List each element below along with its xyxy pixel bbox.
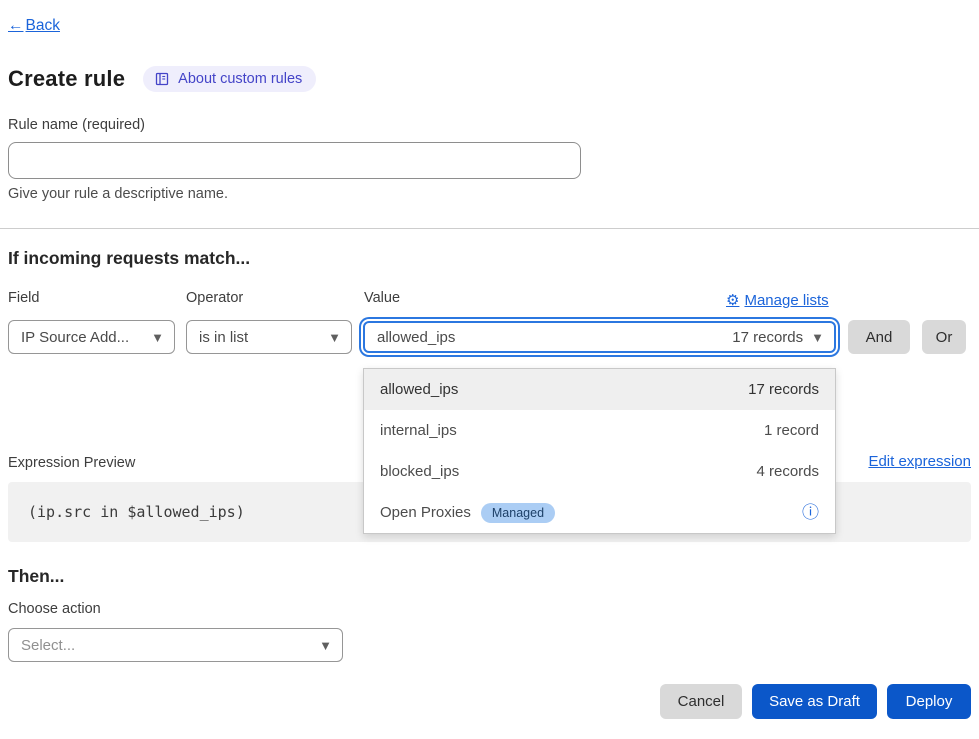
book-icon — [154, 71, 170, 87]
match-section-heading: If incoming requests match... — [8, 248, 250, 269]
dropdown-item-blocked-ips[interactable]: blocked_ips 4 records — [364, 451, 835, 492]
back-arrow-icon: ← — [8, 17, 24, 35]
manage-lists-label: Manage lists — [744, 292, 828, 309]
title-row: Create rule About custom rules — [8, 66, 316, 92]
back-label: Back — [26, 17, 60, 35]
list-name: internal_ips — [380, 422, 457, 439]
and-button[interactable]: And — [848, 320, 910, 354]
then-section-heading: Then... — [8, 566, 64, 587]
list-record-count: 17 records — [748, 381, 819, 398]
or-button[interactable]: Or — [922, 320, 966, 354]
about-custom-rules-label: About custom rules — [178, 71, 302, 87]
about-custom-rules-link[interactable]: About custom rules — [143, 66, 316, 92]
dropdown-item-internal-ips[interactable]: internal_ips 1 record — [364, 410, 835, 451]
list-record-count: 4 records — [756, 463, 819, 480]
deploy-button[interactable]: Deploy — [887, 684, 971, 719]
back-link[interactable]: ←Back — [8, 17, 60, 35]
manage-lists-link[interactable]: ⚙ Manage lists — [726, 291, 829, 309]
list-name: blocked_ips — [380, 463, 459, 480]
dropdown-item-allowed-ips[interactable]: allowed_ips 17 records — [364, 369, 835, 410]
page-title: Create rule — [8, 66, 125, 92]
managed-badge: Managed — [481, 503, 555, 523]
chevron-down-icon: ▼ — [151, 330, 164, 345]
list-name: Open Proxies — [380, 504, 471, 521]
list-name: allowed_ips — [380, 381, 458, 398]
operator-select-value: is in list — [199, 329, 320, 346]
dropdown-item-open-proxies[interactable]: Open Proxies Managed ⓘ — [364, 492, 835, 533]
value-select[interactable]: allowed_ips 17 records ▼ — [363, 321, 836, 353]
chevron-down-icon: ▼ — [811, 330, 824, 345]
action-select-placeholder: Select... — [21, 637, 311, 654]
value-select-value: allowed_ips — [377, 329, 732, 346]
gear-icon: ⚙ — [726, 291, 739, 309]
operator-label: Operator — [186, 290, 243, 306]
choose-action-label: Choose action — [8, 601, 101, 617]
chevron-down-icon: ▼ — [328, 330, 341, 345]
rule-name-label: Rule name (required) — [8, 117, 145, 133]
edit-expression-link[interactable]: Edit expression — [868, 453, 971, 470]
expression-preview-label: Expression Preview — [8, 455, 135, 471]
field-label: Field — [8, 290, 39, 306]
field-select[interactable]: IP Source Add... ▼ — [8, 320, 175, 354]
section-divider — [0, 228, 979, 229]
save-as-draft-button[interactable]: Save as Draft — [752, 684, 877, 719]
value-dropdown-menu: allowed_ips 17 records internal_ips 1 re… — [363, 368, 836, 534]
value-select-meta: 17 records — [732, 329, 803, 346]
operator-select[interactable]: is in list ▼ — [186, 320, 352, 354]
field-select-value: IP Source Add... — [21, 329, 143, 346]
value-label: Value — [364, 290, 400, 306]
chevron-down-icon: ▼ — [319, 638, 332, 653]
rule-name-input[interactable] — [8, 142, 581, 179]
list-record-count: 1 record — [764, 422, 819, 439]
cancel-button[interactable]: Cancel — [660, 684, 742, 719]
action-select[interactable]: Select... ▼ — [8, 628, 343, 662]
expression-code: (ip.src in $allowed_ips) — [28, 503, 245, 521]
rule-name-helper: Give your rule a descriptive name. — [8, 186, 228, 202]
info-icon[interactable]: ⓘ — [802, 504, 819, 521]
